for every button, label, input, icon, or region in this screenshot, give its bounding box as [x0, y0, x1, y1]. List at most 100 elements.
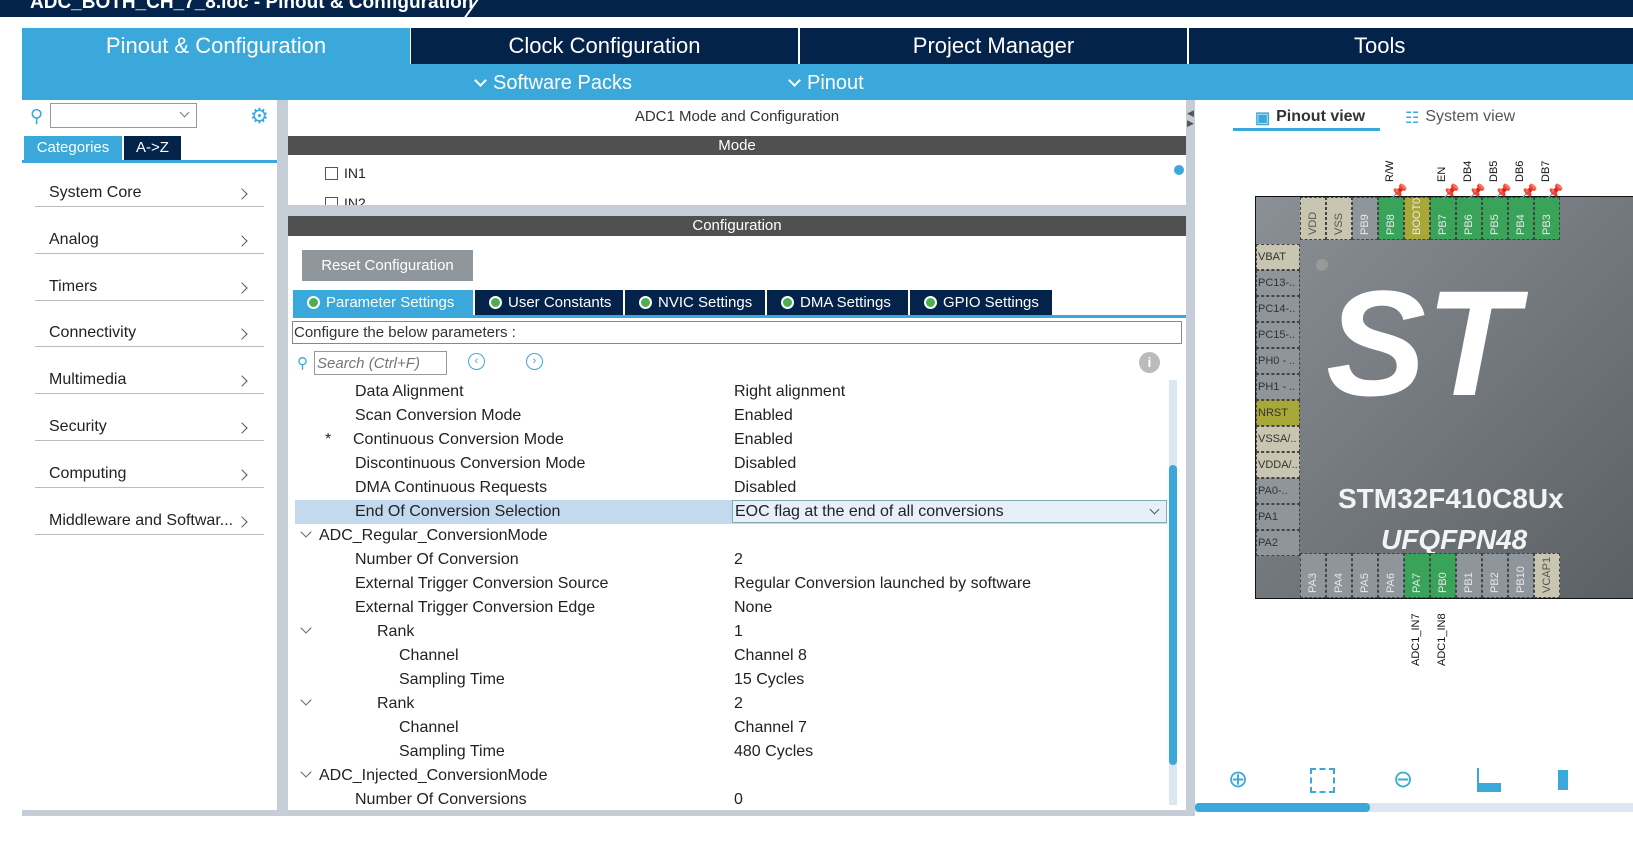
- param-row[interactable]: External Trigger Conversion Edge None: [295, 596, 1167, 620]
- tab-categories[interactable]: Categories: [24, 136, 122, 160]
- pin-VSS[interactable]: VSS: [1326, 197, 1352, 240]
- pin-BOOT0[interactable]: BOOT0: [1404, 197, 1430, 240]
- param-row[interactable]: Data Alignment Right alignment: [295, 380, 1167, 404]
- tab-param-0[interactable]: Parameter Settings: [293, 290, 473, 315]
- pin-PA1[interactable]: PA1: [1256, 504, 1300, 530]
- param-value-dropdown[interactable]: EOC flag at the end of all conversions: [732, 500, 1167, 523]
- category-item[interactable]: Multimedia: [35, 347, 264, 395]
- pin-PA5[interactable]: PA5: [1352, 553, 1378, 598]
- expand-toggle-icon[interactable]: [300, 622, 312, 634]
- pin-VSSA/..[interactable]: VSSA/..: [1256, 426, 1300, 452]
- pin-PB3[interactable]: PB3: [1534, 197, 1560, 240]
- pin-PA0-..[interactable]: PA0-..: [1256, 478, 1300, 504]
- pin-PB6[interactable]: PB6: [1456, 197, 1482, 240]
- pin-PH0 - ..[interactable]: PH0 - ..: [1256, 348, 1300, 374]
- tab-tools[interactable]: Tools: [1189, 28, 1633, 64]
- param-row[interactable]: Scan Conversion Mode Enabled: [295, 404, 1167, 428]
- param-row[interactable]: Sampling Time 15 Cycles: [295, 668, 1167, 692]
- pin-PB10[interactable]: PB10: [1508, 553, 1534, 598]
- scrollbar-thumb[interactable]: [1195, 803, 1370, 812]
- search-next-icon[interactable]: ›: [526, 353, 543, 370]
- tab-param-3[interactable]: DMA Settings: [767, 290, 908, 315]
- param-row[interactable]: Rank 1: [295, 620, 1167, 644]
- tab-system-view[interactable]: ☷ System view: [1405, 108, 1515, 128]
- collapse-arrows-icon[interactable]: ◀ ▶: [1187, 108, 1194, 128]
- category-item[interactable]: Middleware and Softwar...: [35, 488, 264, 535]
- category-item[interactable]: System Core: [35, 160, 264, 207]
- fit-to-screen-icon[interactable]: [1310, 768, 1335, 793]
- tab-param-2[interactable]: NVIC Settings: [625, 290, 765, 315]
- params-scrollbar[interactable]: [1169, 380, 1177, 805]
- info-icon[interactable]: i: [1139, 352, 1160, 373]
- param-row[interactable]: DMA Continuous Requests Disabled: [295, 476, 1167, 500]
- zoom-out-icon[interactable]: ⊖: [1393, 765, 1413, 794]
- category-item[interactable]: Connectivity: [35, 300, 264, 348]
- pin-PB8[interactable]: PB8: [1378, 197, 1404, 240]
- pin-PA2[interactable]: PA2: [1256, 530, 1300, 556]
- param-row[interactable]: Rank 2: [295, 692, 1167, 716]
- pin-VDDA/..[interactable]: VDDA/..: [1256, 452, 1300, 478]
- tab-pinout-view[interactable]: ▣ Pinout view: [1255, 108, 1365, 128]
- pin-NRST[interactable]: NRST: [1256, 400, 1300, 426]
- expand-toggle-icon[interactable]: [300, 766, 312, 778]
- parameter-search-input[interactable]: [314, 351, 447, 375]
- tab-a-z[interactable]: A->Z: [124, 136, 181, 160]
- pin-PA3[interactable]: PA3: [1300, 553, 1326, 598]
- pin-PC13-..[interactable]: PC13-..: [1256, 270, 1300, 296]
- category-item[interactable]: Security: [35, 394, 264, 441]
- param-row[interactable]: Channel Channel 8: [295, 644, 1167, 668]
- checkbox[interactable]: [325, 166, 338, 180]
- export-icon[interactable]: [1558, 770, 1568, 790]
- tab-clock-configuration[interactable]: Clock Configuration: [411, 28, 798, 64]
- pin-PC15-..[interactable]: PC15-..: [1256, 322, 1300, 348]
- category-search-input[interactable]: [50, 103, 197, 128]
- expand-toggle-icon[interactable]: [300, 694, 312, 706]
- pin-VBAT[interactable]: VBAT: [1256, 244, 1300, 270]
- pinout-menu[interactable]: Pinout: [788, 72, 864, 95]
- panel-splitter[interactable]: ◀ ▶: [1186, 100, 1195, 815]
- param-row[interactable]: ADC_Injected_ConversionMode: [295, 764, 1167, 788]
- rotate-icon[interactable]: [1477, 768, 1501, 792]
- param-row[interactable]: External Trigger Conversion Source Regula…: [295, 572, 1167, 596]
- param-row[interactable]: ADC_Regular_ConversionMode: [295, 524, 1167, 548]
- pin-PB0[interactable]: PB0: [1430, 553, 1456, 598]
- mode-scrollbar-thumb[interactable]: [1174, 165, 1184, 175]
- pin-PC14-..[interactable]: PC14-..: [1256, 296, 1300, 322]
- pin-PB4[interactable]: PB4: [1508, 197, 1534, 240]
- param-row[interactable]: Discontinuous Conversion Mode Disabled: [295, 452, 1167, 476]
- category-item[interactable]: Computing: [35, 441, 264, 488]
- pin-PB7[interactable]: PB7: [1430, 197, 1456, 240]
- pin-VDD[interactable]: VDD: [1300, 197, 1326, 240]
- mode-item-in1[interactable]: IN1: [325, 165, 366, 181]
- tab-param-4[interactable]: GPIO Settings: [910, 290, 1052, 315]
- pin-PA4[interactable]: PA4: [1326, 553, 1352, 598]
- horizontal-scrollbar[interactable]: [1195, 803, 1633, 812]
- param-row[interactable]: Channel Channel 7: [295, 716, 1167, 740]
- param-row[interactable]: Number Of Conversion 2: [295, 548, 1167, 572]
- category-item[interactable]: Analog: [35, 207, 264, 254]
- category-item[interactable]: Timers: [35, 254, 264, 301]
- tab-project-manager[interactable]: Project Manager: [800, 28, 1187, 64]
- gear-icon[interactable]: ⚙: [250, 104, 269, 129]
- pin-PB5[interactable]: PB5: [1482, 197, 1508, 240]
- section-splitter[interactable]: [288, 205, 1186, 216]
- param-row[interactable]: * Continuous Conversion Mode Enabled: [295, 428, 1167, 452]
- param-row[interactable]: End Of Conversion Selection EOC flag at t…: [295, 500, 1167, 524]
- pin-PH1 - ..[interactable]: PH1 - ..: [1256, 374, 1300, 400]
- panel-splitter[interactable]: [277, 100, 288, 815]
- param-row[interactable]: Sampling Time 480 Cycles: [295, 740, 1167, 764]
- mode-item-in2[interactable]: IN2: [325, 195, 366, 205]
- pin-PB9[interactable]: PB9: [1352, 197, 1378, 240]
- software-packs-menu[interactable]: Software Packs: [474, 72, 632, 95]
- param-row[interactable]: Number Of Conversions 0: [295, 788, 1167, 812]
- expand-toggle-icon[interactable]: [300, 526, 312, 538]
- tab-param-1[interactable]: User Constants: [475, 290, 623, 315]
- pin-PB2[interactable]: PB2: [1482, 553, 1508, 598]
- checkbox[interactable]: [325, 196, 338, 205]
- tab-pinout-configuration[interactable]: Pinout & Configuration: [22, 28, 410, 64]
- scrollbar-thumb[interactable]: [1169, 465, 1177, 765]
- pin-PA6[interactable]: PA6: [1378, 553, 1404, 598]
- pin-PA7[interactable]: PA7: [1404, 553, 1430, 598]
- search-previous-icon[interactable]: ‹: [468, 353, 485, 370]
- pin-VCAP1[interactable]: VCAP1: [1534, 553, 1560, 598]
